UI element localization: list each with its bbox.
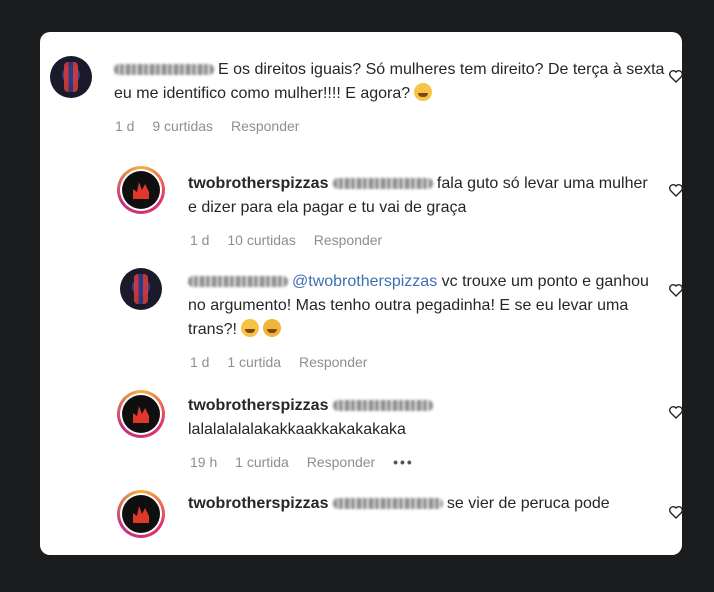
comment-time: 1 d [190, 232, 210, 248]
user-avatar[interactable] [120, 268, 162, 310]
heart-icon[interactable] [668, 282, 682, 298]
comment-body: @twobrotherspizzas vc trouxe um ponto e … [188, 270, 653, 342]
flame-icon [133, 506, 149, 523]
pizza-logo [122, 171, 160, 209]
flame-icon [133, 406, 149, 423]
comment-meta: 1 d 9 curtidas Responder [115, 118, 313, 134]
comment-body: E os direitos iguais? Só mulheres tem di… [114, 58, 674, 106]
flame-icon [133, 182, 149, 199]
comment-time: 1 d [190, 354, 210, 370]
like-count[interactable]: 9 curtidas [152, 118, 213, 134]
reply-button[interactable]: Responder [231, 118, 300, 134]
blurred-username[interactable] [188, 276, 288, 288]
pizza-logo [122, 395, 160, 433]
comments-card: E os direitos iguais? Só mulheres tem di… [40, 32, 682, 555]
reply-button[interactable]: Responder [314, 232, 383, 248]
sweat-smile-emoji [240, 319, 259, 337]
comment-text: lalalalalalakakkaakkakakakaka [188, 421, 406, 438]
username[interactable]: twobrotherspizzas [188, 175, 328, 192]
username[interactable]: twobrotherspizzas [188, 495, 328, 512]
comment-text: se vier de peruca pode [446, 495, 610, 512]
comment-body: twobrotherspizzas fala guto só levar uma… [188, 172, 648, 220]
mention-link[interactable]: @twobrotherspizzas [292, 273, 437, 290]
username[interactable]: twobrotherspizzas [188, 397, 328, 414]
heart-icon[interactable] [668, 182, 682, 198]
like-count[interactable]: 10 curtidas [227, 232, 295, 248]
comment-meta: 1 d 10 curtidas Responder [190, 232, 396, 248]
heart-icon[interactable] [668, 404, 682, 420]
like-count[interactable]: 1 curtida [235, 454, 289, 470]
comment-time: 1 d [115, 118, 135, 134]
user-avatar[interactable] [50, 56, 92, 98]
heart-icon[interactable] [668, 504, 682, 520]
rofl-emoji [262, 319, 281, 337]
heart-icon[interactable] [668, 68, 682, 84]
brand-avatar[interactable] [117, 490, 165, 538]
blurred-username[interactable] [114, 64, 214, 76]
comment-body: twobrotherspizzas se vier de peruca pode [188, 492, 648, 516]
flag-graphic [64, 62, 78, 92]
blurred-mention[interactable] [332, 400, 433, 412]
blurred-mention[interactable] [332, 178, 433, 190]
comment-meta: 1 d 1 curtida Responder [190, 354, 381, 370]
hugging-face-emoji [414, 83, 433, 101]
blurred-mention[interactable] [332, 498, 443, 510]
pizza-logo [122, 495, 160, 533]
reply-button[interactable]: Responder [299, 354, 368, 370]
comment-meta: 19 h 1 curtida Responder ••• [190, 454, 428, 470]
comment-time: 19 h [190, 454, 218, 470]
more-options-icon[interactable]: ••• [393, 454, 414, 470]
flag-graphic [134, 274, 148, 304]
like-count[interactable]: 1 curtida [227, 354, 281, 370]
comment-body: twobrotherspizzas lalalalalalakakkaakkak… [188, 394, 648, 442]
brand-avatar[interactable] [117, 166, 165, 214]
reply-button[interactable]: Responder [307, 454, 376, 470]
brand-avatar[interactable] [117, 390, 165, 438]
